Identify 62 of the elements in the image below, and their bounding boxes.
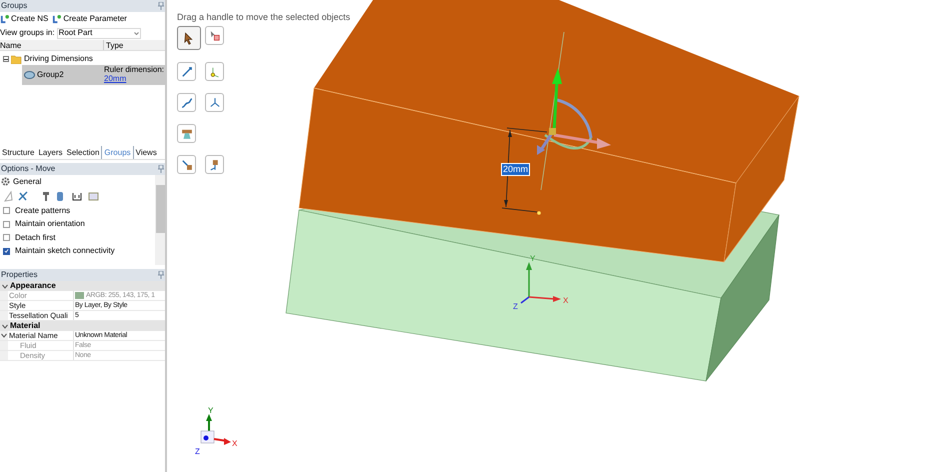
panel-tab[interactable]: Groups [101, 146, 134, 159]
view-groups-dropdown[interactable]: Root Part [56, 28, 141, 38]
tool-button[interactable] [205, 26, 224, 45]
options-panel-header: Options - Move [0, 163, 165, 175]
scrollbar[interactable] [155, 175, 165, 265]
expand-toggle[interactable] [3, 56, 9, 62]
pin-icon[interactable] [158, 2, 164, 10]
tool-button[interactable] [177, 62, 196, 81]
axis-label: Z [513, 302, 518, 311]
panel-tab[interactable]: Selection [64, 146, 102, 159]
toolbar-button[interactable]: Create Parameter [52, 13, 127, 25]
axis-label: X [232, 439, 238, 448]
move-tool-icon [180, 64, 194, 78]
properties-panel-header: Properties [0, 269, 165, 281]
folder-icon [11, 54, 22, 64]
tool-button[interactable] [177, 93, 196, 112]
checkbox[interactable] [3, 220, 10, 228]
axis-label: Z [195, 447, 200, 456]
checkbox-label: Create patterns [15, 204, 70, 217]
field-label: View groups in: [0, 27, 55, 39]
group-plus-icon [52, 14, 62, 24]
model-axes-drawing [520, 262, 561, 304]
checkbox[interactable] [3, 248, 10, 255]
chevron-icon[interactable] [2, 284, 8, 288]
tool-button[interactable] [205, 93, 224, 112]
toolbar-button[interactable]: Create NS [0, 13, 48, 25]
axis-label: Y [530, 254, 536, 263]
move-tool-icon [208, 96, 222, 110]
checkbox-label: Detach first [15, 232, 56, 244]
category-title: Appearance [10, 281, 56, 291]
checkbox-label: Maintain orientation [15, 218, 85, 230]
move-tool-icon [180, 158, 194, 172]
dimension-type: Ruler dimension: [104, 65, 164, 74]
pin-icon[interactable] [158, 165, 164, 173]
tree-item[interactable]: Driving Dimensions [24, 53, 93, 65]
section-title: General [13, 176, 42, 188]
panel-tab[interactable]: Views [134, 146, 159, 159]
panel-tab[interactable]: Structure [0, 146, 36, 159]
checkbox-label: Maintain sketch connectivity [15, 245, 115, 258]
checkbox[interactable] [3, 234, 10, 242]
column-header[interactable]: Type [104, 40, 165, 50]
anchor-point [537, 211, 541, 215]
chevron-icon[interactable] [2, 324, 8, 328]
view-triad-drawing [200, 414, 231, 445]
gear-icon [1, 177, 10, 186]
caret-icon [134, 32, 139, 34]
panel-tab[interactable]: Layers [36, 146, 64, 159]
axis-label: Y [208, 406, 214, 415]
groups-panel-header: Groups [0, 0, 165, 12]
dimension-link[interactable]: 20mm [104, 74, 164, 83]
dimension-label: 20mm [501, 163, 530, 176]
chevron-icon[interactable] [1, 333, 7, 338]
tool-button[interactable] [177, 26, 201, 50]
category-title: Material [10, 321, 40, 331]
checkbox[interactable] [3, 207, 10, 214]
column-header[interactable]: Name [0, 40, 104, 50]
move-tool-icon [180, 96, 194, 110]
axis-label: X [563, 296, 568, 305]
group-plus-icon [0, 14, 9, 24]
pin-icon[interactable] [158, 271, 164, 279]
tree-row[interactable]: Group2 Ruler dimension: 20mm [22, 65, 165, 85]
viewport-hint: Drag a handle to move the selected objects [177, 11, 350, 24]
